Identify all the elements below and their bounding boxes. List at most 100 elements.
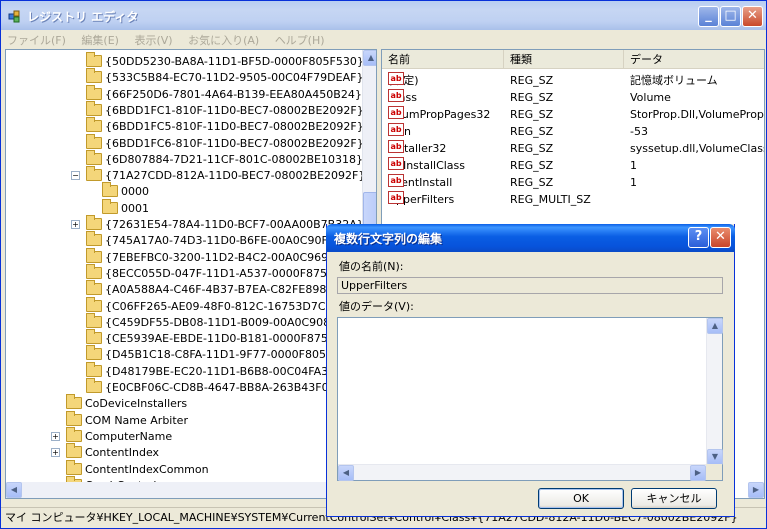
tree-node[interactable]: {533C5B84-EC70-11D2-9505-00C04F79DEAF} — [86, 68, 363, 86]
data-scroll-down-icon[interactable]: ▼ — [707, 449, 723, 465]
expand-plus-icon[interactable]: + — [51, 448, 60, 458]
value-row[interactable]: ab NoInstallClass REG_SZ 1 — [382, 157, 764, 174]
menu-favorites[interactable]: お気に入り(A) — [182, 30, 265, 48]
folder-icon — [86, 247, 102, 263]
dialog-title: 複数行文字列の編集 — [334, 232, 443, 246]
tree-node[interactable]: ContentIndexCommon — [66, 459, 209, 478]
column-header-data[interactable]: データ — [624, 50, 764, 69]
value-name-field: UpperFilters — [337, 277, 723, 294]
folder-icon — [66, 410, 82, 426]
folder-icon — [86, 117, 102, 133]
menu-file[interactable]: ファイル(F) — [1, 30, 72, 48]
tree-node[interactable]: {CE5939AE-EBDE-11D0-B181-0000F8753EC4} — [86, 329, 364, 347]
tree-node[interactable]: {6BDD1FC1-810F-11D0-BEC7-08002BE2092F} — [86, 100, 364, 119]
tree-node[interactable]: 0001 — [102, 198, 149, 217]
tree-node-label: {8ECC055D-047F-11D1-A537-0000F8753ED1} — [105, 266, 364, 280]
tree-node[interactable]: {66F250D6-7801-4A64-B139-EEA80A450B24} — [86, 84, 362, 103]
value-name-cell: ab UpperFilters — [388, 191, 454, 208]
folder-icon — [86, 52, 102, 67]
folder-icon — [86, 68, 102, 84]
menu-view[interactable]: 表示(V) — [128, 30, 178, 48]
string-value-icon: ab — [388, 106, 404, 119]
menu-help[interactable]: ヘルプ(H) — [269, 30, 331, 48]
value-data-cell: Volume — [630, 91, 671, 104]
data-scroll-up-icon[interactable]: ▲ — [707, 318, 723, 334]
value-row[interactable]: ab SilentInstall REG_SZ 1 — [382, 174, 764, 191]
tree-node-label: {E0CBF06C-CD8B-4647-BB8A-263B43F0F974} — [105, 381, 363, 394]
dialog-close-button[interactable]: ✕ — [710, 227, 731, 248]
tree-node[interactable]: {6D807884-7D21-11CF-801C-08002BE10318} — [86, 149, 363, 168]
tree-node[interactable]: − {71A27CDD-812A-11D0-BEC7-08002BE2092F} — [71, 166, 366, 184]
tree-node[interactable]: {6BDD1FC5-810F-11D0-BEC7-08002BE2092F} — [86, 117, 364, 135]
folder-icon — [86, 231, 102, 247]
scroll-up-arrow-icon[interactable]: ▲ — [363, 50, 376, 66]
value-type-cell: REG_SZ — [510, 74, 554, 87]
data-scroll-left-icon[interactable]: ◀ — [338, 465, 354, 481]
tree-node[interactable]: {A0A588A4-C46F-4B37-B7EA-C82FE89870C6} — [86, 280, 362, 298]
tree-node[interactable]: {C06FF265-AE09-48F0-812C-16753D7CBA83} — [86, 296, 362, 315]
cancel-button[interactable]: キャンセル — [631, 488, 717, 509]
value-data-cell: 記憶域ボリューム — [630, 74, 718, 87]
value-name-cell: ab NoInstallClass — [388, 157, 465, 174]
value-row[interactable]: ab(既定) REG_SZ 記憶域ボリューム — [382, 72, 764, 89]
minimize-button[interactable]: _ — [698, 6, 719, 27]
list-scroll-right-arrow-icon[interactable]: ▶ — [748, 482, 764, 498]
tree-node[interactable]: {8ECC055D-047F-11D1-A537-0000F8753ED1} — [86, 263, 364, 282]
value-data-label: 値のデータ(V): — [339, 300, 414, 313]
edit-multistring-dialog: 複数行文字列の編集 ? ✕ 値の名前(N): UpperFilters 値のデー… — [326, 224, 735, 517]
value-row[interactable]: ab Installer32 REG_SZ syssetup.dll,VolumeCl… — [382, 140, 764, 157]
data-scroll-right-icon[interactable]: ▶ — [690, 465, 706, 481]
tree-node[interactable]: {D45B1C18-C8FA-11D1-9F77-0000F805F530} — [86, 345, 360, 363]
registry-tree[interactable]: CrashControlContentIndexCommon+ContentIn… — [5, 49, 377, 499]
folder-icon — [86, 280, 102, 296]
tree-node[interactable]: 0000 — [102, 182, 149, 200]
data-horizontal-scrollbar[interactable]: ◀ ▶ — [338, 464, 706, 481]
folder-icon — [86, 166, 102, 182]
tree-horizontal-scrollbar[interactable]: ◀ — [6, 482, 362, 498]
dialog-title-bar[interactable]: 複数行文字列の編集 ? ✕ — [326, 224, 735, 252]
folder-icon — [86, 329, 102, 345]
menu-edit[interactable]: 編集(E) — [75, 30, 125, 48]
value-type-cell: REG_SZ — [510, 176, 554, 189]
tree-node[interactable]: {7EBEFBC0-3200-11D2-B4C2-00A0C9697D07} — [86, 247, 365, 266]
value-row[interactable]: ab EnumPropPages32 REG_SZ StorProp.Dll,Volu… — [382, 106, 764, 123]
column-header-type[interactable]: 種類 — [504, 50, 624, 69]
maximize-button[interactable]: □ — [720, 6, 741, 27]
folder-icon — [102, 198, 118, 214]
close-button[interactable]: ✕ — [742, 6, 763, 27]
title-bar[interactable]: レジストリ エディタ _ □ ✕ — [1, 1, 766, 30]
value-name-cell: ab Installer32 — [388, 140, 446, 157]
tree-node[interactable]: COM Name Arbiter — [66, 410, 188, 429]
ok-button[interactable]: OK — [538, 488, 624, 509]
tree-node[interactable]: {E0CBF06C-CD8B-4647-BB8A-263B43F0F974} — [86, 378, 363, 396]
tree-node[interactable]: {D48179BE-EC20-11D1-B6B8-00C04FA372A7} — [86, 361, 364, 380]
data-vertical-scrollbar[interactable]: ▲ ▼ — [706, 318, 723, 465]
value-row[interactable]: abClass REG_SZ Volume — [382, 89, 764, 106]
collapse-minus-icon[interactable]: − — [71, 171, 80, 181]
column-header-name[interactable]: 名前 — [382, 50, 504, 69]
scroll-left-arrow-icon[interactable]: ◀ — [6, 482, 22, 498]
folder-icon — [66, 459, 82, 475]
help-button[interactable]: ? — [688, 227, 709, 248]
tree-node[interactable]: CoDeviceInstallers — [66, 394, 187, 412]
expand-plus-icon[interactable]: + — [71, 220, 80, 229]
string-value-icon: ab — [388, 174, 404, 187]
tree-node-label: {6D807884-7D21-11CF-801C-08002BE10318} — [105, 152, 363, 166]
tree-node[interactable]: + ComputerName — [51, 426, 172, 445]
value-row[interactable]: ab UpperFilters REG_MULTI_SZ — [382, 191, 764, 208]
tree-node[interactable]: + {72631E54-78A4-11D0-BCF7-00AA00B7B32A} — [71, 215, 364, 233]
tree-node-label: {71A27CDD-812A-11D0-BEC7-08002BE2092F} — [105, 169, 366, 183]
value-data-textarea[interactable]: ▲ ▼ ◀ ▶ — [337, 317, 723, 481]
tree-node[interactable]: + ContentIndex — [51, 443, 159, 461]
tree-node[interactable]: {50DD5230-BA8A-11D1-BF5D-0000F805F530} — [86, 52, 364, 70]
value-name-cell: abIcon — [388, 123, 411, 140]
tree-node[interactable]: {6BDD1FC6-810F-11D0-BEC7-08002BE2092F} — [86, 133, 364, 152]
tree-node-label: {CE5939AE-EBDE-11D0-B181-0000F8753EC4} — [105, 332, 364, 346]
folder-icon — [86, 133, 102, 149]
tree-node[interactable]: {C459DF55-DB08-11D1-B009-00A0C9081FF6} — [86, 312, 364, 331]
folder-icon — [66, 426, 82, 442]
tree-node-label: COM Name Arbiter — [85, 413, 188, 427]
value-row[interactable]: abIcon REG_SZ -53 — [382, 123, 764, 140]
tree-node[interactable]: {745A17A0-74D3-11D0-B6FE-00A0C90F57DA} — [86, 231, 365, 249]
expand-plus-icon[interactable]: + — [51, 431, 60, 441]
